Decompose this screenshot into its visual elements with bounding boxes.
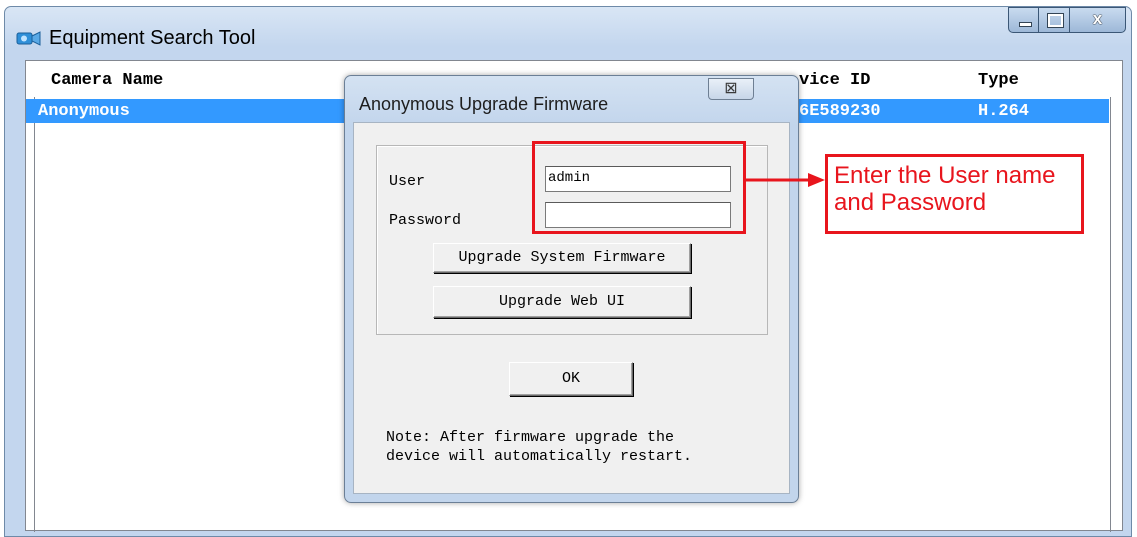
row-device-id: 6E589230 <box>799 102 881 121</box>
row-type: H.264 <box>978 102 1030 121</box>
close-button[interactable]: x <box>1070 7 1126 33</box>
title-bar[interactable]: Equipment Search Tool x <box>5 7 1131 63</box>
upgrade-note: Note: After firmware upgrade the device … <box>386 429 693 465</box>
arrow-icon <box>746 173 825 187</box>
upgrade-system-firmware-button[interactable]: Upgrade System Firmware <box>433 243 691 273</box>
annotation-line-2: and Password <box>834 189 987 216</box>
close-icon: x <box>1092 9 1103 28</box>
column-header-device-id[interactable]: vice ID <box>799 71 870 90</box>
upgrade-web-ui-button[interactable]: Upgrade Web UI <box>433 286 691 318</box>
ok-button[interactable]: OK <box>509 362 633 396</box>
close-icon: ⊠ <box>724 80 738 97</box>
annotation-line-1: Enter the User name <box>834 162 1056 189</box>
password-label: Password <box>389 212 462 229</box>
minimize-button[interactable] <box>1008 7 1039 33</box>
user-label: User <box>389 173 426 190</box>
row-camera-name: Anonymous <box>38 102 130 121</box>
dialog-title: Anonymous Upgrade Firmware <box>359 94 609 114</box>
column-header-type[interactable]: Type <box>978 71 1019 90</box>
annotation-callout: Enter the User name and Password <box>825 154 1084 234</box>
maximize-button[interactable] <box>1039 7 1070 33</box>
dialog-close-button[interactable]: ⊠ <box>708 78 754 100</box>
window-title: Equipment Search Tool <box>49 27 256 49</box>
window-controls: x <box>1008 7 1126 33</box>
app-icon <box>16 31 41 46</box>
credentials-highlight <box>532 141 746 234</box>
column-header-camera-name[interactable]: Camera Name <box>51 71 163 90</box>
upgrade-firmware-dialog: Anonymous Upgrade Firmware ⊠ User admin … <box>344 75 799 503</box>
